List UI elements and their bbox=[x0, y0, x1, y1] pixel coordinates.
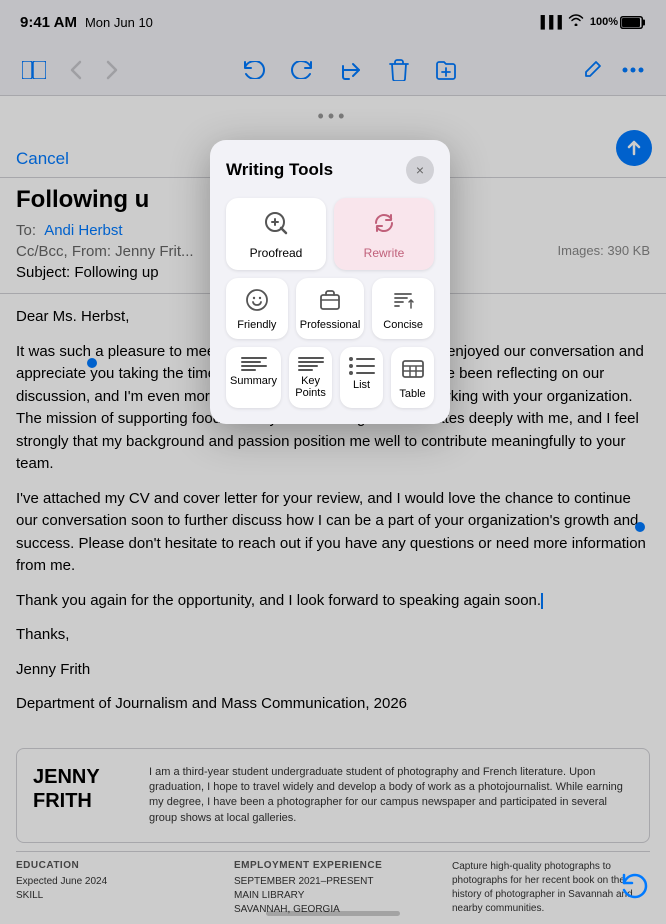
modal-close-button[interactable]: × bbox=[406, 156, 434, 184]
friendly-label: Friendly bbox=[237, 319, 276, 331]
tools-row-1: Proofread Rewrite bbox=[226, 198, 434, 270]
proofread-icon bbox=[263, 210, 289, 240]
modal-overlay[interactable] bbox=[0, 0, 666, 924]
table-icon bbox=[401, 357, 425, 384]
list-icon bbox=[349, 357, 375, 375]
table-label: Table bbox=[399, 388, 425, 400]
friendly-icon bbox=[245, 288, 269, 315]
rewrite-button[interactable]: Rewrite bbox=[334, 198, 434, 270]
concise-button[interactable]: Concise bbox=[372, 278, 434, 339]
undo-floating-button[interactable] bbox=[620, 873, 650, 902]
list-label: List bbox=[353, 379, 370, 391]
rewrite-label: Rewrite bbox=[364, 246, 405, 260]
table-button[interactable]: Table bbox=[391, 347, 434, 408]
summary-icon bbox=[241, 357, 267, 371]
key-points-label: Key Points bbox=[293, 375, 328, 399]
rewrite-icon bbox=[371, 210, 397, 240]
proofread-button[interactable]: Proofread bbox=[226, 198, 326, 270]
summary-label: Summary bbox=[230, 375, 277, 387]
writing-tools-modal: Writing Tools × Proofread bbox=[210, 140, 450, 424]
friendly-button[interactable]: Friendly bbox=[226, 278, 288, 339]
undo-floating-container bbox=[620, 873, 650, 904]
concise-icon bbox=[391, 288, 415, 315]
professional-icon bbox=[318, 288, 342, 315]
list-button[interactable]: List bbox=[340, 347, 383, 408]
tools-row-3: Summary Key Points List bbox=[226, 347, 434, 408]
key-points-icon bbox=[298, 357, 324, 371]
concise-label: Concise bbox=[383, 319, 423, 331]
professional-button[interactable]: Professional bbox=[296, 278, 365, 339]
professional-label: Professional bbox=[300, 319, 361, 331]
tools-row-2: Friendly Professional Concise bbox=[226, 278, 434, 339]
key-points-button[interactable]: Key Points bbox=[289, 347, 332, 408]
summary-button[interactable]: Summary bbox=[226, 347, 281, 408]
modal-title: Writing Tools bbox=[226, 160, 333, 180]
modal-header: Writing Tools × bbox=[226, 156, 434, 184]
proofread-label: Proofread bbox=[250, 246, 303, 260]
